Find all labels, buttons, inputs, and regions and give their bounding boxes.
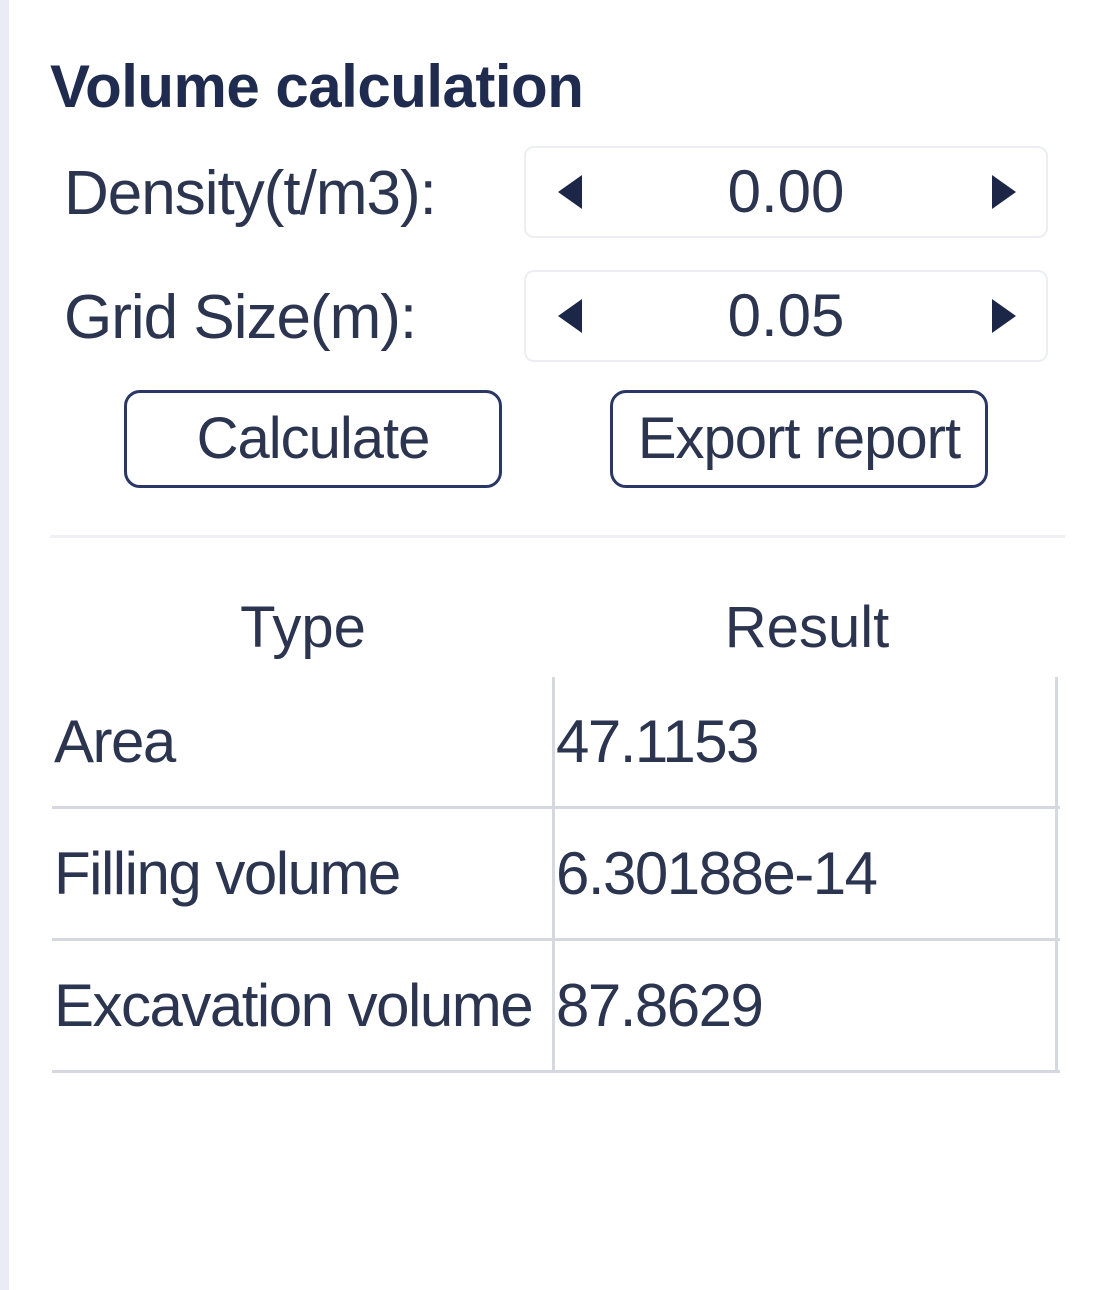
density-increment-icon[interactable]: [992, 175, 1016, 209]
cell-result: 87.8629: [556, 972, 764, 1039]
density-value[interactable]: 0.00: [596, 148, 976, 236]
results-table: Type Result Area 47.1153 Filling volume …: [52, 585, 1060, 1073]
cell-type: Excavation volume: [54, 972, 534, 1039]
grid-size-spinbox[interactable]: 0.05: [524, 270, 1048, 362]
density-decrement-icon[interactable]: [558, 175, 582, 209]
cell-type: Area: [54, 708, 176, 775]
column-header-result[interactable]: Result: [554, 585, 1060, 677]
table-row[interactable]: Excavation volume 87.8629: [52, 941, 1060, 1073]
grid-size-value[interactable]: 0.05: [596, 272, 976, 360]
column-divider: [552, 677, 555, 806]
cell-type: Filling volume: [54, 840, 401, 907]
column-divider: [552, 809, 555, 938]
table-row[interactable]: Area 47.1153: [52, 677, 1060, 809]
panel-title: Volume calculation: [50, 53, 584, 120]
section-divider: [50, 535, 1065, 538]
table-row[interactable]: Filling volume 6.30188e-14: [52, 809, 1060, 941]
density-label: Density(t/m3):: [64, 159, 437, 228]
calculate-button[interactable]: Calculate: [124, 390, 502, 488]
grid-size-increment-icon[interactable]: [992, 299, 1016, 333]
density-spinbox[interactable]: 0.00: [524, 146, 1048, 238]
results-table-body: Area 47.1153 Filling volume 6.30188e-14 …: [52, 677, 1060, 1073]
table-right-border: [1055, 941, 1058, 1070]
column-header-type[interactable]: Type: [52, 585, 554, 677]
column-divider: [552, 941, 555, 1070]
panel-left-edge: [0, 0, 9, 1290]
cell-result: 6.30188e-14: [556, 840, 878, 907]
table-right-border: [1055, 677, 1058, 806]
export-report-button[interactable]: Export report: [610, 390, 988, 488]
cell-result: 47.1153: [556, 708, 759, 775]
results-table-header: Type Result: [52, 585, 1060, 677]
table-right-border: [1055, 809, 1058, 938]
grid-size-decrement-icon[interactable]: [558, 299, 582, 333]
grid-size-label: Grid Size(m):: [64, 283, 417, 352]
